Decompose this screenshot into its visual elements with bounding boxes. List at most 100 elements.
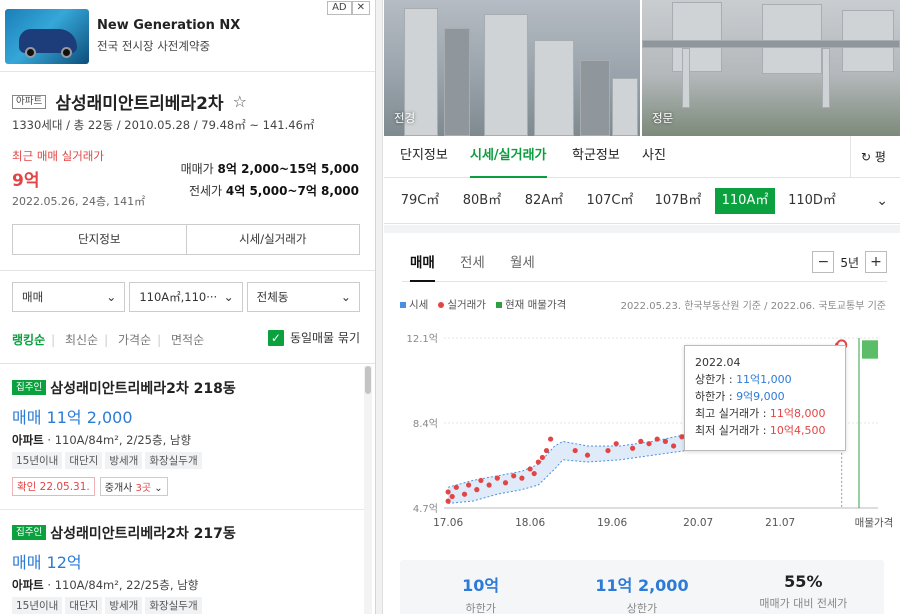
period-plus-button[interactable]: + [865, 251, 887, 273]
ad-close-icon[interactable]: ✕ [351, 1, 370, 15]
agent-label: 중개사 [104, 482, 136, 494]
favorite-star-icon[interactable]: ☆ [233, 92, 247, 111]
recent-trade-label: 최근 매매 실거래가 [12, 149, 104, 163]
trade-type-select[interactable]: 매매 ⌄ [12, 282, 126, 312]
checkbox-checked-icon[interactable]: ✓ [267, 329, 284, 346]
divider [384, 225, 900, 233]
area-tab[interactable]: 82A㎡ [518, 188, 570, 214]
listing-price-bar [862, 340, 878, 359]
chevron-down-icon: ⌄ [106, 290, 117, 304]
listing-item[interactable]: 집주인 삼성래미안트리베라2차 217동 매매 12억 아파트 · 110A/84… [12, 522, 352, 614]
legend-label: 현재 매물가격 [504, 299, 567, 311]
legend-item: 현재 매물가격 [495, 297, 567, 312]
tooltip-min: 10억4,500 [769, 424, 826, 437]
recent-trade-date: 2022.05.26, 24층, 141㎡ [12, 195, 146, 208]
tab-sale[interactable]: 매매 [410, 251, 435, 282]
listing-type: 아파트 [12, 577, 44, 592]
chevron-down-icon[interactable]: ⌄ [876, 188, 888, 214]
tab-monthly[interactable]: 월세 [510, 251, 535, 282]
area-tab[interactable]: 107B㎡ [648, 188, 708, 214]
sort-price[interactable]: 가격순 [118, 333, 151, 347]
filter-bar: 매매 ⌄ 110A㎡,110··· ⌄ 전체동 ⌄ [12, 282, 360, 312]
trade-point [486, 482, 492, 488]
period-minus-button[interactable]: − [812, 251, 835, 273]
area-tab[interactable]: 79C㎡ [394, 188, 446, 214]
trade-point [543, 447, 550, 454]
listing-desc: · 110A/84m², 2/25층, 남향 [47, 432, 192, 447]
listing-tag: 15년이내 [12, 596, 63, 614]
tooltip-max-label: 최고 실거래가 : [695, 407, 770, 420]
divider [0, 363, 375, 364]
area-select-value: 110A㎡,110··· [139, 290, 218, 304]
area-select[interactable]: 110A㎡,110··· ⌄ [129, 282, 243, 312]
y-tick-label: 12.1억 [407, 333, 438, 345]
tab-jeonse[interactable]: 전세 [460, 251, 485, 282]
summary-label: 상한가 [626, 602, 658, 614]
tooltip-upper-label: 상한가 : [695, 373, 737, 386]
price-range: 매매가 8억 2,000~15억 5,000 전세가 4억 5,000~7억 8… [181, 158, 359, 202]
building-select[interactable]: 전체동 ⌄ [246, 282, 360, 312]
chart-tooltip: 2022.04 상한가 : 11억1,000 하한가 : 9억9,000 최고 … [684, 345, 846, 451]
tab-complex-info[interactable]: 단지정보 [400, 136, 448, 178]
info-tab-buttons: 단지정보 시세/실거래가 [12, 224, 360, 255]
divider [0, 270, 375, 271]
trade-type-value: 매매 [22, 290, 44, 304]
tab-price[interactable]: 시세/실거래가 [470, 136, 547, 178]
listing-name[interactable]: 삼성래미안트리베라2차 217동 [50, 523, 236, 543]
sort-row: 랭킹순 | 최신순 | 가격순 | 면적순 ✓ 동일매물 묶기 [12, 329, 360, 347]
tooltip-min-label: 최저 실거래가 : [695, 424, 770, 437]
listing-tag: 방세개 [105, 596, 143, 614]
chevron-down-icon: ⌄ [340, 290, 351, 304]
area-tab[interactable]: 110D㎡ [782, 188, 842, 214]
sort-latest[interactable]: 최신순 [65, 333, 98, 347]
listing-type: 아파트 [12, 432, 44, 447]
owner-badge: 집주인 [12, 525, 47, 540]
legend-label: 시세 [409, 299, 429, 311]
complex-info: 1330세대 / 총 22동 / 2010.05.28 / 79.48㎡ ~ 1… [12, 118, 315, 132]
legend-label: 실거래가 [447, 299, 486, 311]
area-tab-active[interactable]: 110A㎡ [715, 188, 775, 214]
sort-area[interactable]: 면적순 [171, 333, 204, 347]
trade-point [478, 477, 484, 484]
ad-car-image[interactable] [5, 9, 89, 64]
panel-splitter[interactable] [376, 0, 383, 614]
trade-point [535, 459, 541, 465]
tab-school[interactable]: 학군정보 [572, 136, 620, 178]
trade-point [539, 454, 545, 461]
trade-point [474, 487, 480, 493]
scrollbar-thumb[interactable] [365, 366, 371, 394]
listing-item[interactable]: 집주인 삼성래미안트리베라2차 218동 매매 11억 2,000 아파트 · 1… [12, 377, 352, 496]
trade-point [605, 447, 611, 454]
detail-panel: 전경 정문 단지정보 시세/실거래가 학군정보 사진 ↻ 평 79C㎡ 80B㎡… [384, 0, 900, 614]
listing-scrollbar[interactable] [364, 366, 372, 614]
trade-point [548, 436, 554, 442]
listing-price: 매매 11억 2,000 [12, 407, 133, 427]
owner-badge: 집주인 [12, 380, 47, 395]
tab-photos[interactable]: 사진 [642, 136, 666, 178]
tooltip-max: 11억8,000 [769, 407, 826, 420]
ad-title[interactable]: New Generation NX [97, 18, 240, 33]
area-tab[interactable]: 80B㎡ [456, 188, 508, 214]
ad-subtitle[interactable]: 전국 전시장 사전계약중 [97, 38, 210, 54]
listing-name[interactable]: 삼성래미안트리베라2차 218동 [50, 378, 236, 398]
price-info-button[interactable]: 시세/실거래가 [185, 225, 360, 254]
group-same-listing-toggle[interactable]: ✓ 동일매물 묶기 [267, 329, 360, 346]
chart-legend: 시세 실거래가 현재 매물가격 [400, 297, 566, 312]
trade-point [527, 466, 533, 472]
agent-count-button[interactable]: 중개사 3곳 ⌄ [99, 476, 168, 496]
group-same-listing-label: 동일매물 묶기 [289, 331, 360, 345]
trade-point [466, 482, 472, 488]
sort-ranking[interactable]: 랭킹순 [12, 333, 45, 347]
ad-banner[interactable]: New Generation NX 전국 전시장 사전계약중 AD ✕ [0, 0, 375, 72]
sale-price-range: 8억 2,000~15억 5,000 [217, 162, 359, 176]
sale-price-label: 매매가 [180, 162, 214, 176]
main-tabs: 단지정보 시세/실거래가 학군정보 사진 ↻ 평 [384, 136, 900, 178]
area-tab[interactable]: 107C㎡ [580, 188, 640, 214]
x-tick-label: 20.07 [683, 517, 713, 529]
photo-gate[interactable]: 정문 [642, 0, 900, 136]
complex-info-button[interactable]: 단지정보 [13, 225, 186, 254]
jeonse-price-label: 전세가 [188, 184, 223, 198]
photo-overview[interactable]: 전경 [384, 0, 640, 136]
trade-type-tabs: 매매 전세 월세 − 5년 + [402, 242, 887, 282]
unit-toggle-button[interactable]: ↻ 평 [850, 136, 900, 178]
